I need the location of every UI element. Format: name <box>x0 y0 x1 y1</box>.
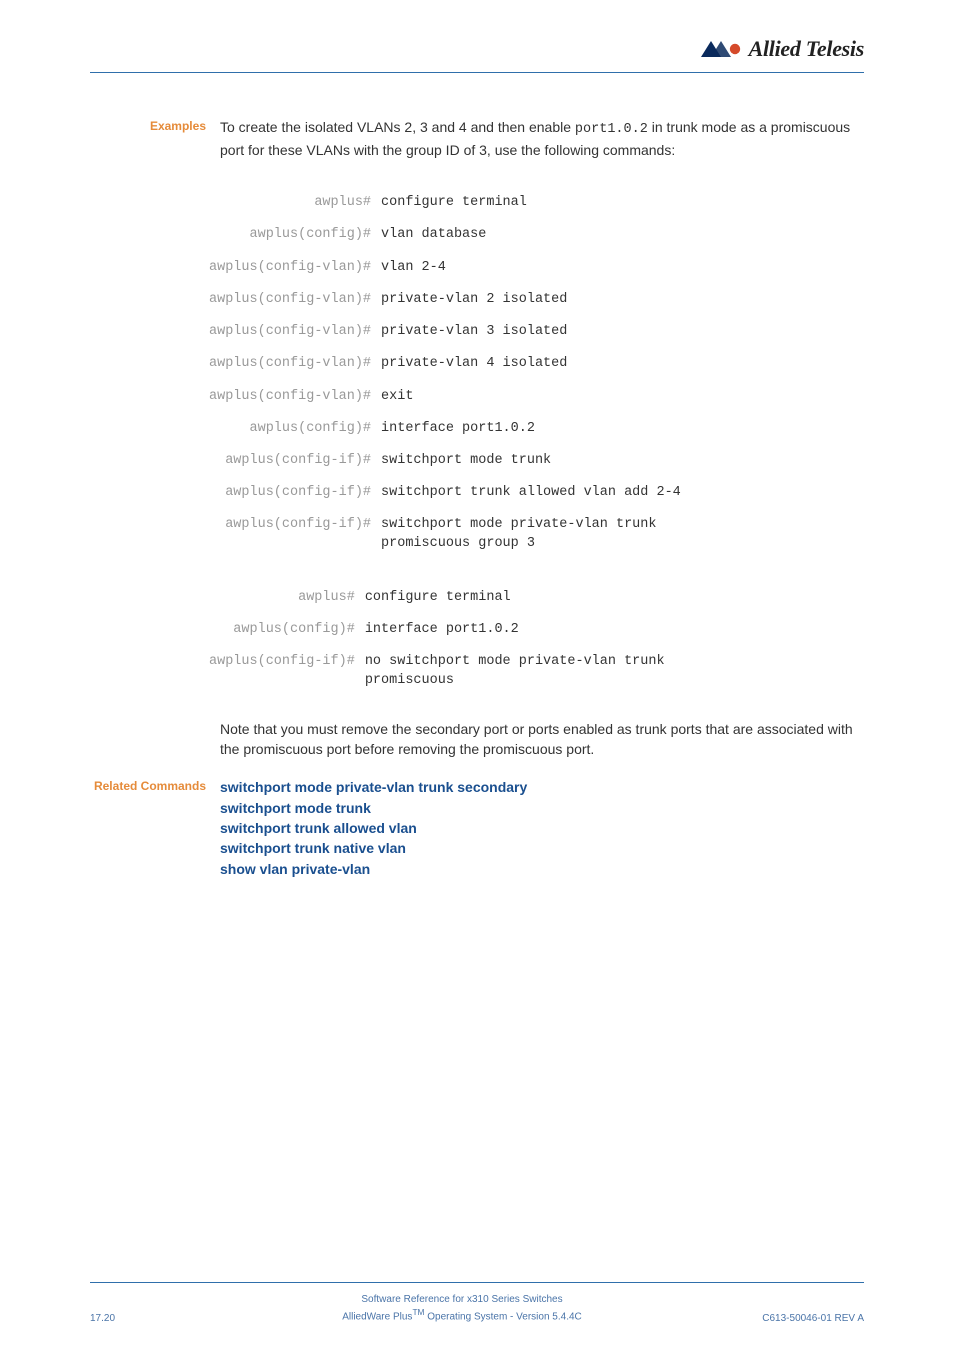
related-commands-label: Related Commands <box>90 777 220 878</box>
command-row: awplus#configure terminal <box>205 582 677 614</box>
command-row: awplus(config-if)#switchport trunk allow… <box>205 477 685 509</box>
examples-label: Examples <box>90 117 220 161</box>
intro-text-1: To create the isolated VLANs 2, 3 and 4 … <box>220 119 575 135</box>
header-logo-row: Allied Telesis <box>90 36 864 62</box>
command-row: awplus(config-vlan)#vlan 2-4 <box>205 252 685 284</box>
command-row: awplus(config-vlan)#exit <box>205 381 685 413</box>
command-text: interface port1.0.2 <box>377 413 685 445</box>
command-row: awplus(config)#interface port1.0.2 <box>205 413 685 445</box>
command-row: awplus#configure terminal <box>205 187 685 219</box>
allied-telesis-icon <box>701 39 743 59</box>
footer-page-number: 17.20 <box>90 1313 210 1324</box>
related-links-list: switchport mode private-vlan trunk secon… <box>220 777 864 878</box>
command-row: awplus(config-if)#switchport mode trunk <box>205 445 685 477</box>
intro-code: port1.0.2 <box>575 122 648 137</box>
command-text: vlan 2-4 <box>377 252 685 284</box>
command-row: awplus(config)#interface port1.0.2 <box>205 614 677 646</box>
examples-intro: To create the isolated VLANs 2, 3 and 4 … <box>220 117 864 161</box>
command-text: configure terminal <box>361 582 677 614</box>
command-text: configure terminal <box>377 187 685 219</box>
footer-line-1: Software Reference for x310 Series Switc… <box>210 1293 714 1307</box>
command-text: private-vlan 3 isolated <box>377 316 685 348</box>
command-row: awplus(config-vlan)#private-vlan 3 isola… <box>205 316 685 348</box>
command-prompt: awplus(config-vlan)# <box>205 381 377 413</box>
related-command-link[interactable]: show vlan private-vlan <box>220 859 864 879</box>
brand-logo: Allied Telesis <box>701 36 864 62</box>
command-prompt: awplus(config-if)# <box>205 509 377 559</box>
related-command-link[interactable]: switchport mode private-vlan trunk secon… <box>220 777 864 797</box>
footer-rev: C613-50046-01 REV A <box>714 1313 864 1324</box>
command-row: awplus(config-vlan)#private-vlan 2 isola… <box>205 284 685 316</box>
command-text: switchport mode trunk <box>377 445 685 477</box>
command-text: switchport trunk allowed vlan add 2-4 <box>377 477 685 509</box>
command-prompt: awplus(config-if)# <box>205 646 361 696</box>
footer-center: Software Reference for x310 Series Switc… <box>210 1293 714 1324</box>
related-command-link[interactable]: switchport trunk allowed vlan <box>220 818 864 838</box>
header-divider <box>90 72 864 73</box>
command-prompt: awplus(config-vlan)# <box>205 252 377 284</box>
command-prompt: awplus(config-vlan)# <box>205 348 377 380</box>
related-command-link[interactable]: switchport mode trunk <box>220 798 864 818</box>
command-text: interface port1.0.2 <box>361 614 677 646</box>
command-text: vlan database <box>377 219 685 251</box>
footer-line-2: AlliedWare PlusTM Operating System - Ver… <box>210 1307 714 1324</box>
command-table-2: awplus#configure terminalawplus(config)#… <box>205 582 677 697</box>
footer-tm: TM <box>412 1307 424 1317</box>
command-prompt: awplus(config-if)# <box>205 445 377 477</box>
command-row: awplus(config-vlan)#private-vlan 4 isola… <box>205 348 685 380</box>
command-prompt: awplus(config)# <box>205 219 377 251</box>
command-text: no switchport mode private-vlan trunk pr… <box>361 646 677 696</box>
footer-version: Operating System - Version 5.4.4C <box>424 1311 581 1322</box>
command-row: awplus(config)#vlan database <box>205 219 685 251</box>
command-prompt: awplus# <box>205 187 377 219</box>
command-text: exit <box>377 381 685 413</box>
footer-divider <box>90 1282 864 1283</box>
command-prompt: awplus(config)# <box>205 614 361 646</box>
command-prompt: awplus(config-if)# <box>205 477 377 509</box>
related-commands-section: Related Commands switchport mode private… <box>90 777 864 878</box>
command-prompt: awplus(config-vlan)# <box>205 284 377 316</box>
page-footer: 17.20 Software Reference for x310 Series… <box>90 1282 864 1324</box>
command-text: private-vlan 4 isolated <box>377 348 685 380</box>
note-paragraph: Note that you must remove the secondary … <box>220 719 864 760</box>
footer-product: AlliedWare Plus <box>342 1311 412 1322</box>
command-text: private-vlan 2 isolated <box>377 284 685 316</box>
command-text: switchport mode private-vlan trunk promi… <box>377 509 685 559</box>
command-prompt: awplus(config-vlan)# <box>205 316 377 348</box>
command-prompt: awplus(config)# <box>205 413 377 445</box>
command-table-1: awplus#configure terminalawplus(config)#… <box>205 187 685 560</box>
examples-section: Examples To create the isolated VLANs 2,… <box>90 117 864 161</box>
brand-text: Allied Telesis <box>749 36 864 62</box>
command-prompt: awplus# <box>205 582 361 614</box>
related-command-link[interactable]: switchport trunk native vlan <box>220 838 864 858</box>
command-row: awplus(config-if)#switchport mode privat… <box>205 509 685 559</box>
command-row: awplus(config-if)#no switchport mode pri… <box>205 646 677 696</box>
